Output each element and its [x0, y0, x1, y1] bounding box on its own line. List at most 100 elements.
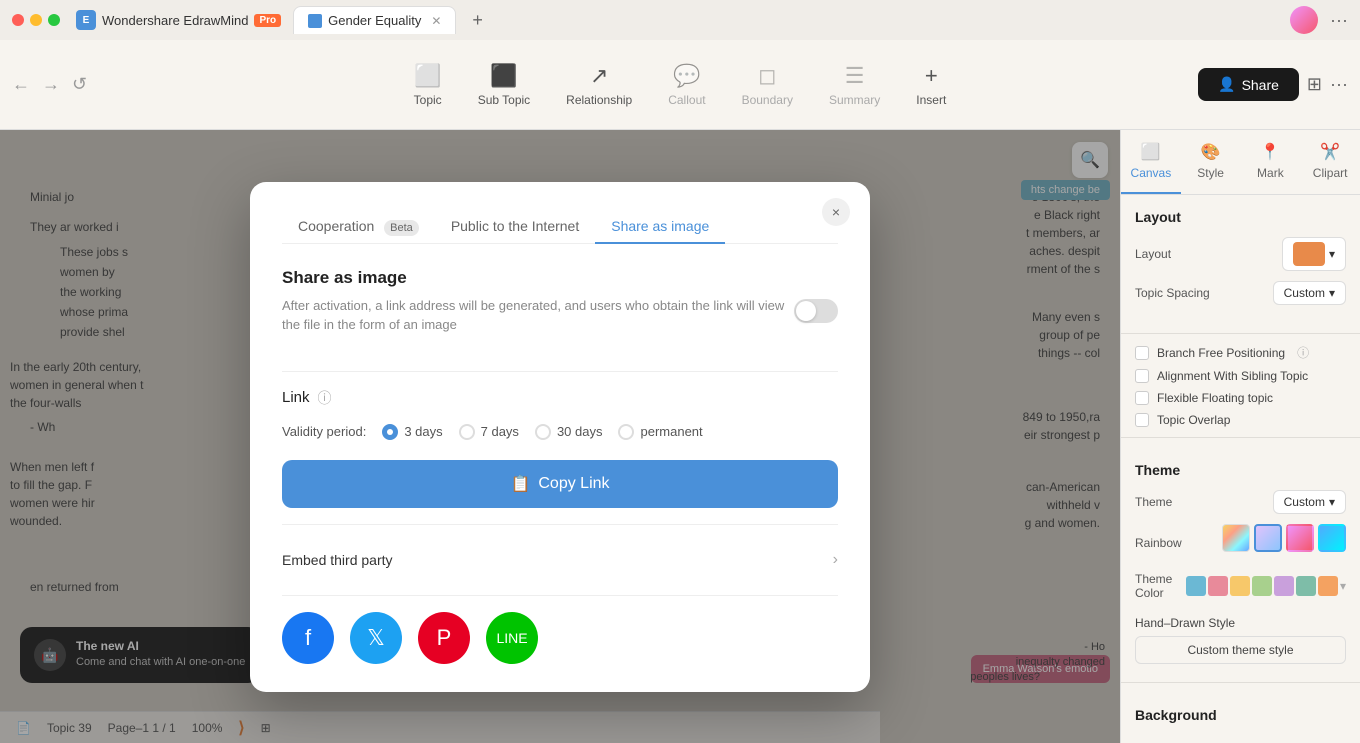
color-dot-2[interactable] [1208, 576, 1228, 596]
validity-3days[interactable]: 3 days [382, 424, 442, 440]
new-tab-button[interactable]: + [472, 10, 483, 31]
right-tab-style[interactable]: 🎨 Style [1181, 130, 1241, 194]
user-avatar[interactable] [1290, 6, 1318, 34]
back-button[interactable]: ← [12, 74, 30, 95]
color-dot-5[interactable] [1274, 576, 1294, 596]
branch-free-row: Branch Free Positioning ⓘ [1135, 344, 1346, 361]
close-traffic-light[interactable] [12, 14, 24, 26]
hand-drawn-toggle[interactable]: Hand–Drawn Style [1135, 610, 1346, 636]
share-toggle[interactable] [794, 299, 838, 323]
titlebar-right: ··· [1290, 6, 1348, 34]
share-button[interactable]: 👤 Share [1198, 68, 1299, 101]
link-section: Link ⓘ [282, 388, 838, 408]
twitter-share-button[interactable]: 𝕏 [350, 612, 402, 664]
canvas-area[interactable]: 🔍 Minial jo They ar worked i These jobs … [0, 130, 1120, 743]
app-brand: E Wondershare EdrawMind Pro [76, 10, 281, 30]
minimize-traffic-light[interactable] [30, 14, 42, 26]
modal-tab-public[interactable]: Public to the Internet [435, 210, 595, 244]
modal-tab-cooperation[interactable]: Cooperation Beta [282, 210, 435, 244]
color-dot-7[interactable] [1318, 576, 1338, 596]
validity-permanent[interactable]: permanent [618, 424, 702, 440]
line-share-button[interactable]: LINE [486, 612, 538, 664]
radio-permanent-circle [618, 424, 634, 440]
validity-row: Validity period: 3 days 7 days [282, 424, 838, 440]
custom-label-1: Custom [1284, 286, 1325, 300]
branch-free-label: Branch Free Positioning [1157, 346, 1285, 360]
relationship-tool[interactable]: ↗ Relationship [550, 55, 648, 115]
validity-permanent-label: permanent [640, 424, 702, 439]
facebook-share-button[interactable]: f [282, 612, 334, 664]
theme-color-palette: ▾ [1186, 576, 1346, 596]
color-dropdown-arrow[interactable]: ▾ [1340, 579, 1346, 593]
boundary-tool[interactable]: ◻ Boundary [726, 55, 809, 115]
color-dot-6[interactable] [1296, 576, 1316, 596]
modal-tabs: Cooperation Beta Public to the Internet … [282, 210, 838, 244]
tab-close-button[interactable]: ✕ [431, 14, 441, 28]
validity-radio-group: 3 days 7 days 30 days [382, 424, 702, 440]
modal-close-button[interactable]: × [822, 198, 850, 226]
modal-title: Share as image [282, 268, 794, 288]
overlap-checkbox[interactable] [1135, 413, 1149, 427]
modal-content: Share as image After activation, a link … [282, 268, 838, 664]
link-label: Link [282, 389, 310, 406]
right-tab-mark[interactable]: 📍 Mark [1241, 130, 1301, 194]
color-dot-3[interactable] [1230, 576, 1250, 596]
layout-section-title: Layout [1135, 209, 1346, 225]
divider-2 [282, 524, 838, 525]
theme-dropdown[interactable]: Custom ▾ [1273, 490, 1346, 514]
branch-free-info[interactable]: ⓘ [1297, 344, 1309, 361]
overflow-menu-button[interactable]: ··· [1330, 74, 1348, 95]
overlap-label: Topic Overlap [1157, 413, 1230, 427]
modal-tab-share-image[interactable]: Share as image [595, 210, 725, 244]
modal-overlay[interactable]: × Cooperation Beta Public to the Interne… [0, 130, 1120, 743]
link-info-icon[interactable]: ⓘ [318, 388, 332, 408]
alignment-checkbox[interactable] [1135, 369, 1149, 383]
maximize-traffic-light[interactable] [48, 14, 60, 26]
topic-tool[interactable]: ⬜ Topic [398, 55, 458, 115]
color-dot-1[interactable] [1186, 576, 1206, 596]
mark-tab-label: Mark [1257, 166, 1284, 180]
topic-spacing-dropdown[interactable]: Custom ▾ [1273, 281, 1346, 305]
custom-theme-button[interactable]: Custom theme style [1135, 636, 1346, 664]
swatch-grid-4[interactable] [1318, 524, 1346, 552]
grid-view-button[interactable]: ⊞ [1307, 74, 1322, 95]
mark-tab-icon: 📍 [1260, 142, 1280, 162]
embed-arrow-icon: › [833, 551, 838, 569]
subtopic-tool[interactable]: ⬛ Sub Topic [462, 55, 546, 115]
summary-icon: ☰ [845, 63, 865, 89]
color-dot-4[interactable] [1252, 576, 1272, 596]
clipart-tab-label: Clipart [1313, 166, 1348, 180]
swatch-grid-1[interactable] [1222, 524, 1250, 552]
embed-label: Embed third party [282, 552, 393, 568]
swatch-grid-2[interactable] [1254, 524, 1282, 552]
forward-button[interactable]: → [42, 74, 60, 95]
undo-button[interactable]: ↺ [72, 74, 87, 95]
subtopic-icon: ⬛ [490, 63, 517, 89]
copy-link-button[interactable]: 📋 Copy Link [282, 460, 838, 508]
layout-dropdown[interactable]: ▾ [1282, 237, 1346, 271]
validity-30days-label: 30 days [557, 424, 603, 439]
summary-label: Summary [829, 93, 880, 107]
right-tab-clipart[interactable]: ✂️ Clipart [1300, 130, 1360, 194]
pinterest-share-button[interactable]: P [418, 612, 470, 664]
share-label: Share [1242, 77, 1279, 93]
embed-row[interactable]: Embed third party › [282, 541, 838, 579]
toolbar-items: ⬜ Topic ⬛ Sub Topic ↗ Relationship 💬 Cal… [398, 55, 963, 115]
callout-tool[interactable]: 💬 Callout [652, 55, 721, 115]
menu-dots-button[interactable]: ··· [1330, 10, 1348, 31]
flexible-checkbox[interactable] [1135, 391, 1149, 405]
social-share-row: f 𝕏 P LINE [282, 612, 838, 664]
alignment-label: Alignment With Sibling Topic [1157, 369, 1308, 383]
active-tab[interactable]: Gender Equality ✕ [293, 6, 456, 34]
right-tab-canvas[interactable]: ⬜ Canvas [1121, 130, 1181, 194]
swatch-grid-3[interactable] [1286, 524, 1314, 552]
summary-tool[interactable]: ☰ Summary [813, 55, 896, 115]
validity-30days[interactable]: 30 days [535, 424, 603, 440]
clipart-tab-icon: ✂️ [1320, 142, 1340, 162]
right-panel-tabs: ⬜ Canvas 🎨 Style 📍 Mark ✂️ Clipart [1121, 130, 1360, 195]
traffic-lights [12, 14, 60, 26]
modal-description: After activation, a link address will be… [282, 296, 794, 335]
validity-7days[interactable]: 7 days [459, 424, 519, 440]
branch-free-checkbox[interactable] [1135, 346, 1149, 360]
insert-tool[interactable]: + Insert [900, 55, 962, 115]
